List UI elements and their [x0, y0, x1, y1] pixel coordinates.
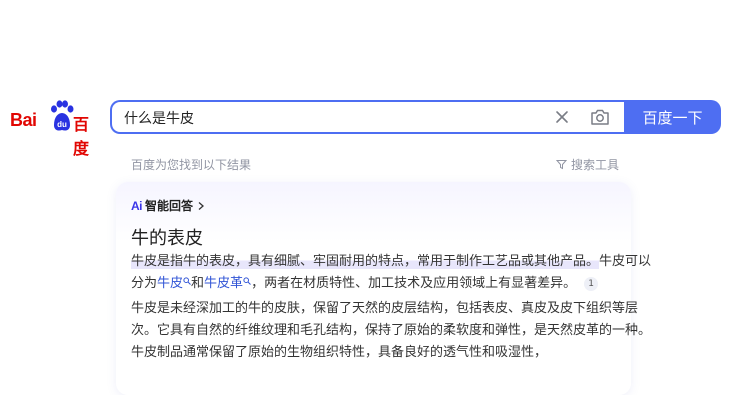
- logo-text-baidu-cn: 百度: [73, 115, 90, 158]
- filter-icon: [556, 160, 567, 170]
- ai-answer-label: 智能回答: [145, 199, 194, 213]
- answer-line: 次。它具有自然的纤维纹理和毛孔结构，保持了原始的柔软度和弹性，是天然皮革的一种。: [131, 323, 652, 338]
- camera-icon[interactable]: [590, 108, 610, 126]
- text-span: 和: [191, 276, 205, 291]
- chevron-right-icon: [198, 201, 205, 210]
- search-tools-label: 搜索工具: [571, 158, 620, 172]
- answer-line: 牛皮是指牛的表皮，具有细腻、牢固耐用的特点，常用于制作工艺品或其他产品。牛皮可以: [131, 252, 651, 272]
- search-icon: [183, 277, 191, 285]
- result-stats: 百度为您找到以下结果: [131, 158, 252, 172]
- term-link-niupige[interactable]: 牛皮革: [204, 276, 251, 291]
- link-label: 牛皮: [157, 276, 184, 291]
- logo-text-du: du: [57, 120, 67, 129]
- clear-icon[interactable]: [554, 109, 570, 125]
- search-input[interactable]: [124, 108, 544, 128]
- text-span: ，两者在材质特性、加工技术及应用领域上有显著差异。: [251, 276, 577, 291]
- text-span: 分为: [131, 276, 158, 291]
- baidu-logo[interactable]: Bai du 百度: [8, 100, 100, 158]
- paw-icon: du: [51, 100, 74, 131]
- search-button[interactable]: 百度一下: [624, 100, 721, 134]
- answer-line: 牛皮是未经深加工的牛的皮肤，保留了天然的皮层结构，包括表皮、真皮及皮下组织等层: [131, 301, 639, 316]
- answer-title: 牛的表皮: [131, 228, 203, 249]
- text-span: 牛皮可以: [599, 254, 652, 269]
- search-tools-button[interactable]: 搜索工具: [556, 156, 619, 173]
- search-box: [110, 100, 630, 134]
- search-icon: [243, 277, 251, 285]
- term-link-niupi[interactable]: 牛皮: [157, 276, 191, 291]
- ai-logo: Ai: [131, 198, 143, 213]
- ai-answer-card: Ai 智能回答 牛的表皮 牛皮是指牛的表皮，具有细腻、牢固耐用的特点，常用于制作…: [116, 182, 651, 395]
- link-label: 牛皮革: [204, 276, 244, 291]
- answer-line: 分为牛皮 和牛皮革 ，两者在材质特性、加工技术及应用领域上有显著差异。 1: [131, 274, 599, 294]
- citation-badge[interactable]: 1: [584, 276, 599, 291]
- highlighted-text: 牛皮是指牛的表皮，具有细腻、牢固耐用的特点，常用于制作工艺品或其他产品。: [131, 254, 600, 269]
- logo-text-bai: Bai: [10, 110, 37, 130]
- answer-line: 牛皮制品通常保留了原始的生物组织特性，具备良好的透气性和吸湿性，: [131, 345, 548, 360]
- ai-answer-header[interactable]: Ai 智能回答: [131, 197, 206, 214]
